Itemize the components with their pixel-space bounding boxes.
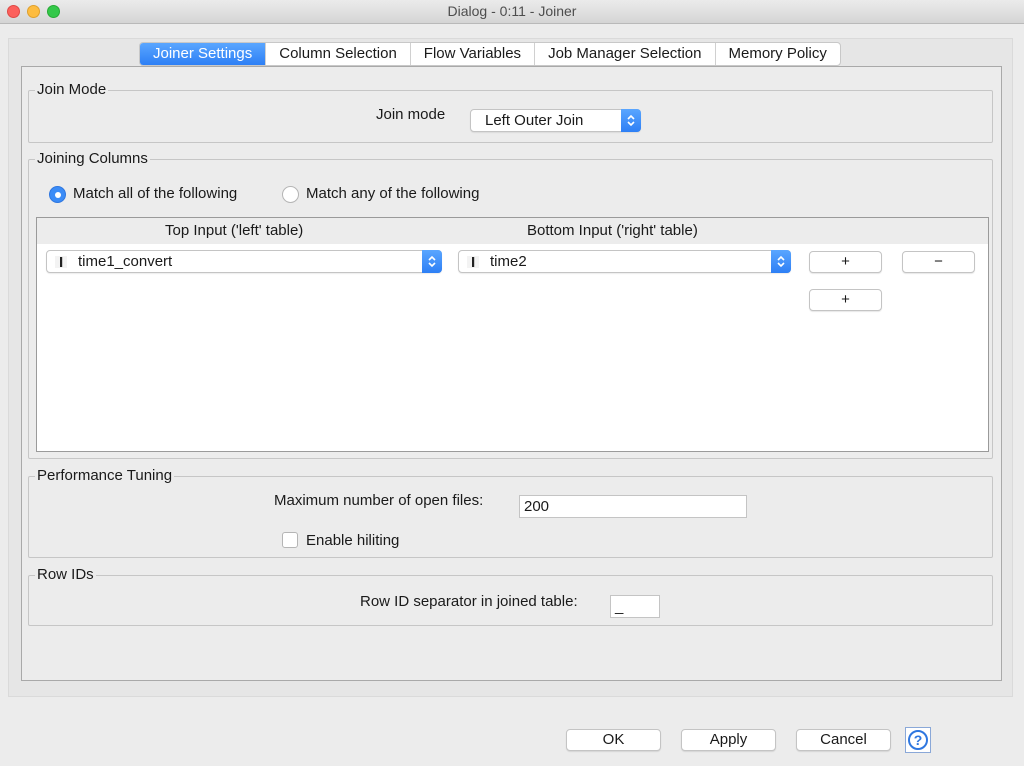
table-header: Top Input ('left' table) Bottom Input ('… xyxy=(37,218,988,244)
performance-tuning-group: Performance Tuning xyxy=(28,467,993,558)
help-icon: ? xyxy=(908,730,928,750)
row-ids-legend: Row IDs xyxy=(35,566,96,583)
performance-tuning-legend: Performance Tuning xyxy=(35,467,175,484)
time-column-icon xyxy=(467,256,479,268)
right-column-header: Bottom Input ('right' table) xyxy=(527,222,698,239)
chevron-updown-icon xyxy=(422,250,442,273)
right-column-value: time2 xyxy=(490,253,527,270)
time-column-icon xyxy=(55,256,67,268)
max-open-files-input[interactable]: 200 xyxy=(519,495,747,518)
tab-column-selection[interactable]: Column Selection xyxy=(266,43,411,65)
match-all-label: Match all of the following xyxy=(73,185,238,202)
match-all-radio[interactable] xyxy=(49,186,66,203)
max-open-files-label: Maximum number of open files: xyxy=(274,492,484,509)
title-bar: Dialog - 0:11 - Joiner xyxy=(0,0,1024,24)
left-column-select[interactable]: time1_convert xyxy=(46,250,442,273)
join-mode-label: Join mode xyxy=(376,106,446,123)
apply-button[interactable]: Apply xyxy=(681,729,776,751)
settings-panel: Join Mode Join mode Left Outer Join Join… xyxy=(21,66,1002,681)
right-column-select[interactable]: time2 xyxy=(458,250,791,273)
enable-hiliting-label: Enable hiliting xyxy=(306,532,400,549)
tab-joiner-settings[interactable]: Joiner Settings xyxy=(140,43,267,65)
row-id-separator-input[interactable]: _ xyxy=(610,595,660,618)
enable-hiliting-checkbox[interactable] xyxy=(282,532,298,548)
joining-columns-table: Top Input ('left' table) Bottom Input ('… xyxy=(36,217,989,452)
join-mode-select[interactable]: Left Outer Join xyxy=(470,109,641,132)
tab-flow-variables[interactable]: Flow Variables xyxy=(411,43,536,65)
left-column-value: time1_convert xyxy=(78,253,173,270)
remove-row-button[interactable]: − xyxy=(902,251,975,273)
help-button[interactable]: ? xyxy=(905,727,931,753)
joining-columns-legend: Joining Columns xyxy=(35,150,150,167)
join-mode-value: Left Outer Join xyxy=(485,112,584,129)
tab-memory-policy[interactable]: Memory Policy xyxy=(716,43,840,65)
row-id-separator-label: Row ID separator in joined table: xyxy=(360,593,578,610)
match-any-label: Match any of the following xyxy=(306,185,480,202)
add-row-button[interactable]: + xyxy=(809,251,882,273)
tab-job-manager-selection[interactable]: Job Manager Selection xyxy=(535,43,716,65)
left-column-header: Top Input ('left' table) xyxy=(165,222,304,239)
match-any-radio[interactable] xyxy=(282,186,299,203)
ok-button[interactable]: OK xyxy=(566,729,661,751)
join-mode-legend: Join Mode xyxy=(35,81,109,98)
chevron-updown-icon xyxy=(621,109,641,132)
window-title: Dialog - 0:11 - Joiner xyxy=(447,3,577,19)
tab-bar: Joiner Settings Column Selection Flow Va… xyxy=(139,42,841,66)
cancel-button[interactable]: Cancel xyxy=(796,729,891,751)
add-row-end-button[interactable]: + xyxy=(809,289,882,311)
chevron-updown-icon xyxy=(771,250,791,273)
